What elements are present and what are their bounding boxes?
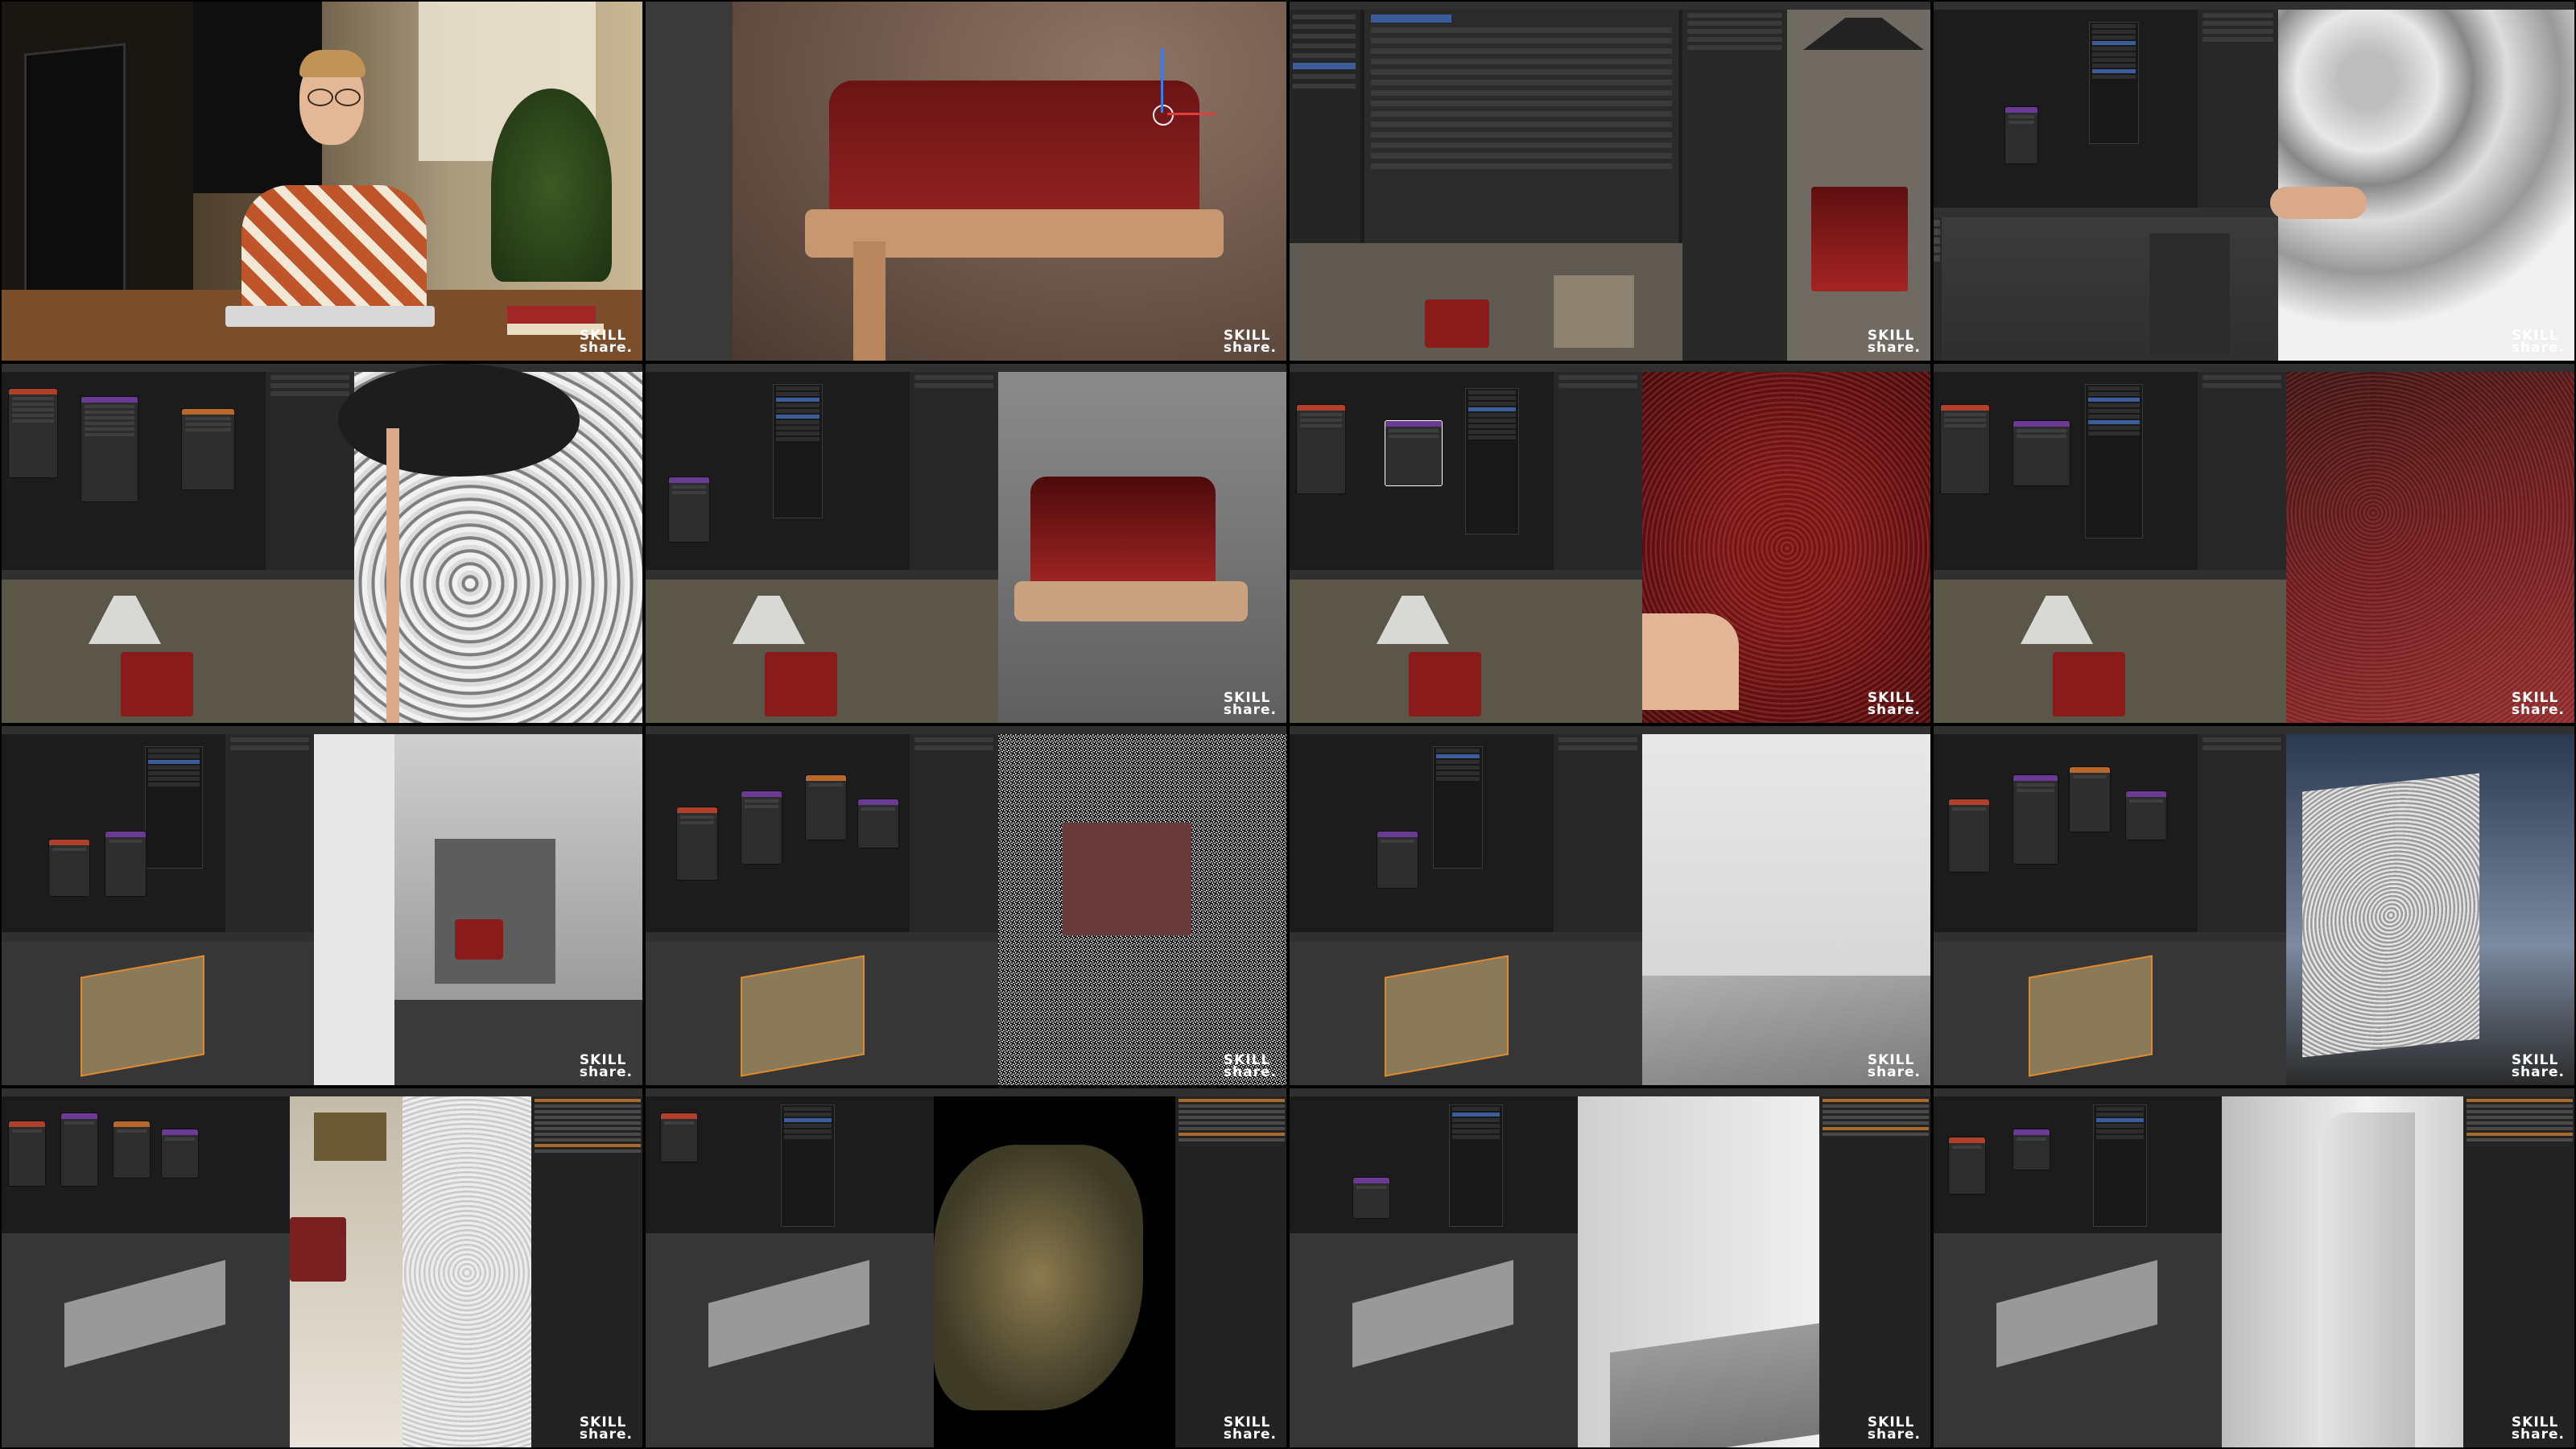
tile-plane-room[interactable]: SKILL share. xyxy=(0,724,644,1087)
monitor xyxy=(24,43,126,316)
skillshare-watermark: SKILL share. xyxy=(2511,1414,2565,1443)
tile-bump-closeup-2[interactable]: SKILL share. xyxy=(1932,362,2576,724)
node-editor[interactable] xyxy=(644,1096,934,1233)
node-editor[interactable] xyxy=(1288,734,1554,932)
3d-viewport[interactable] xyxy=(1932,217,2278,362)
plant xyxy=(491,89,612,282)
tile-curtain-2[interactable]: SKILL share. xyxy=(1932,1087,2576,1449)
skillshare-watermark: SKILL share. xyxy=(579,1052,633,1080)
tile-closeup-chair[interactable]: SKILL share. xyxy=(644,0,1288,362)
properties-panel[interactable] xyxy=(266,372,354,570)
tile-presenter[interactable]: SKILL share. xyxy=(0,0,644,362)
node-editor[interactable] xyxy=(1932,10,2198,208)
node-editor[interactable] xyxy=(1932,372,2198,570)
tile-noise-texture[interactable]: SKILL share. xyxy=(1932,0,2576,362)
3d-viewport[interactable] xyxy=(0,580,354,724)
3d-viewport[interactable] xyxy=(0,1233,290,1449)
top-header xyxy=(1932,0,2576,10)
render-painting xyxy=(934,1096,1175,1449)
render-noisy xyxy=(998,734,1288,1087)
glasses-right xyxy=(335,89,361,106)
skillshare-watermark: SKILL share. xyxy=(579,1414,633,1443)
3d-viewport[interactable] xyxy=(644,580,998,724)
skillshare-watermark: SKILL share. xyxy=(2511,328,2565,356)
render-curtain xyxy=(1578,1096,1819,1449)
node-editor[interactable] xyxy=(1932,734,2198,932)
3d-viewport[interactable] xyxy=(0,942,314,1087)
prefs-sidebar xyxy=(1288,10,1360,243)
tile-mapping-nodes[interactable] xyxy=(0,362,644,724)
outliner[interactable] xyxy=(1175,1096,1288,1449)
node-editor[interactable] xyxy=(1932,1096,2222,1233)
node-editor[interactable] xyxy=(0,734,225,932)
skillshare-watermark: SKILL share. xyxy=(1223,1414,1277,1443)
top-header xyxy=(0,362,644,372)
skillshare-watermark: SKILL share. xyxy=(579,328,633,356)
node-editor[interactable] xyxy=(644,372,910,570)
tile-red-chair[interactable]: SKILL share. xyxy=(644,362,1288,724)
tile-room-wall[interactable]: SKILL share. xyxy=(0,1087,644,1449)
skillshare-watermark: SKILL share. xyxy=(1223,328,1277,356)
tile-rough-plane[interactable]: SKILL share. xyxy=(1932,724,2576,1087)
transform-gizmo-icon[interactable] xyxy=(1153,105,1174,126)
tile-painting-alpha[interactable]: SKILL share. xyxy=(644,1087,1288,1449)
render-rough-plane xyxy=(2286,734,2576,1087)
node-editor[interactable] xyxy=(1288,1096,1578,1233)
skillshare-watermark: SKILL share. xyxy=(1223,690,1277,718)
thumbnail-grid: SKILL share. SKILL share. SKILL share. S… xyxy=(0,0,2576,1449)
3d-viewport[interactable] xyxy=(1288,580,1642,724)
outliner[interactable] xyxy=(2463,1096,2576,1449)
tile-noisy-render[interactable]: SKILL share. xyxy=(644,724,1288,1087)
render-bump-red-2 xyxy=(2286,372,2576,724)
z-axis-handle[interactable] xyxy=(1161,48,1163,113)
book-red xyxy=(507,306,596,324)
render-bump-red xyxy=(1642,372,1932,724)
3d-viewport[interactable] xyxy=(1932,580,2286,724)
node-editor[interactable] xyxy=(0,1096,290,1233)
x-axis-handle[interactable] xyxy=(1167,113,1216,115)
properties-panel[interactable] xyxy=(2198,10,2278,208)
keyboard xyxy=(225,306,435,327)
node-editor[interactable] xyxy=(0,372,266,570)
skillshare-watermark: SKILL share. xyxy=(1223,1052,1277,1080)
tile-bump-closeup[interactable]: SKILL share. xyxy=(1288,362,1932,724)
glasses-left xyxy=(308,89,333,106)
tile-preferences[interactable]: SKILL share. xyxy=(1288,0,1932,362)
render-noise-chair xyxy=(2270,10,2576,362)
chair-leg xyxy=(853,242,886,362)
skillshare-watermark: SKILL share. xyxy=(2511,1052,2565,1080)
properties-panel[interactable] xyxy=(1682,10,1787,362)
render-red-chair xyxy=(998,372,1288,724)
render-mapped-noise xyxy=(338,364,644,724)
tile-white-plane[interactable]: SKILL share. xyxy=(1288,724,1932,1087)
skillshare-watermark: SKILL share. xyxy=(1867,1414,1921,1443)
3d-viewport[interactable] xyxy=(644,1233,934,1449)
outliner[interactable] xyxy=(531,1096,644,1449)
render-room-wall xyxy=(290,1096,531,1449)
node-editor[interactable] xyxy=(1288,372,1554,570)
selected-plane[interactable] xyxy=(80,955,204,1077)
render-room xyxy=(314,734,644,1087)
3d-viewport[interactable] xyxy=(1288,942,1642,1087)
skillshare-watermark: SKILL share. xyxy=(1867,1052,1921,1080)
tile-curtain[interactable]: SKILL share. xyxy=(1288,1087,1932,1449)
skillshare-watermark: SKILL share. xyxy=(1867,690,1921,718)
render-curtain-2 xyxy=(2222,1096,2463,1449)
addons-list[interactable] xyxy=(1364,10,1678,243)
top-header xyxy=(1288,0,1932,10)
3d-viewport[interactable] xyxy=(644,942,998,1087)
skillshare-watermark: SKILL share. xyxy=(1867,328,1921,356)
skillshare-watermark: SKILL share. xyxy=(2511,690,2565,718)
render-view xyxy=(1787,10,1932,362)
3d-viewport[interactable] xyxy=(1932,942,2286,1087)
presenter-hair xyxy=(299,50,365,77)
3d-viewport[interactable] xyxy=(1932,1233,2222,1449)
render-white-plane xyxy=(1642,734,1932,1087)
presenter-shirt xyxy=(242,185,427,314)
node-editor[interactable] xyxy=(644,734,910,932)
n-panel xyxy=(644,0,733,362)
3d-viewport[interactable] xyxy=(1288,1233,1578,1449)
viewport-bottom xyxy=(1288,243,1682,362)
outliner[interactable] xyxy=(1819,1096,1932,1449)
